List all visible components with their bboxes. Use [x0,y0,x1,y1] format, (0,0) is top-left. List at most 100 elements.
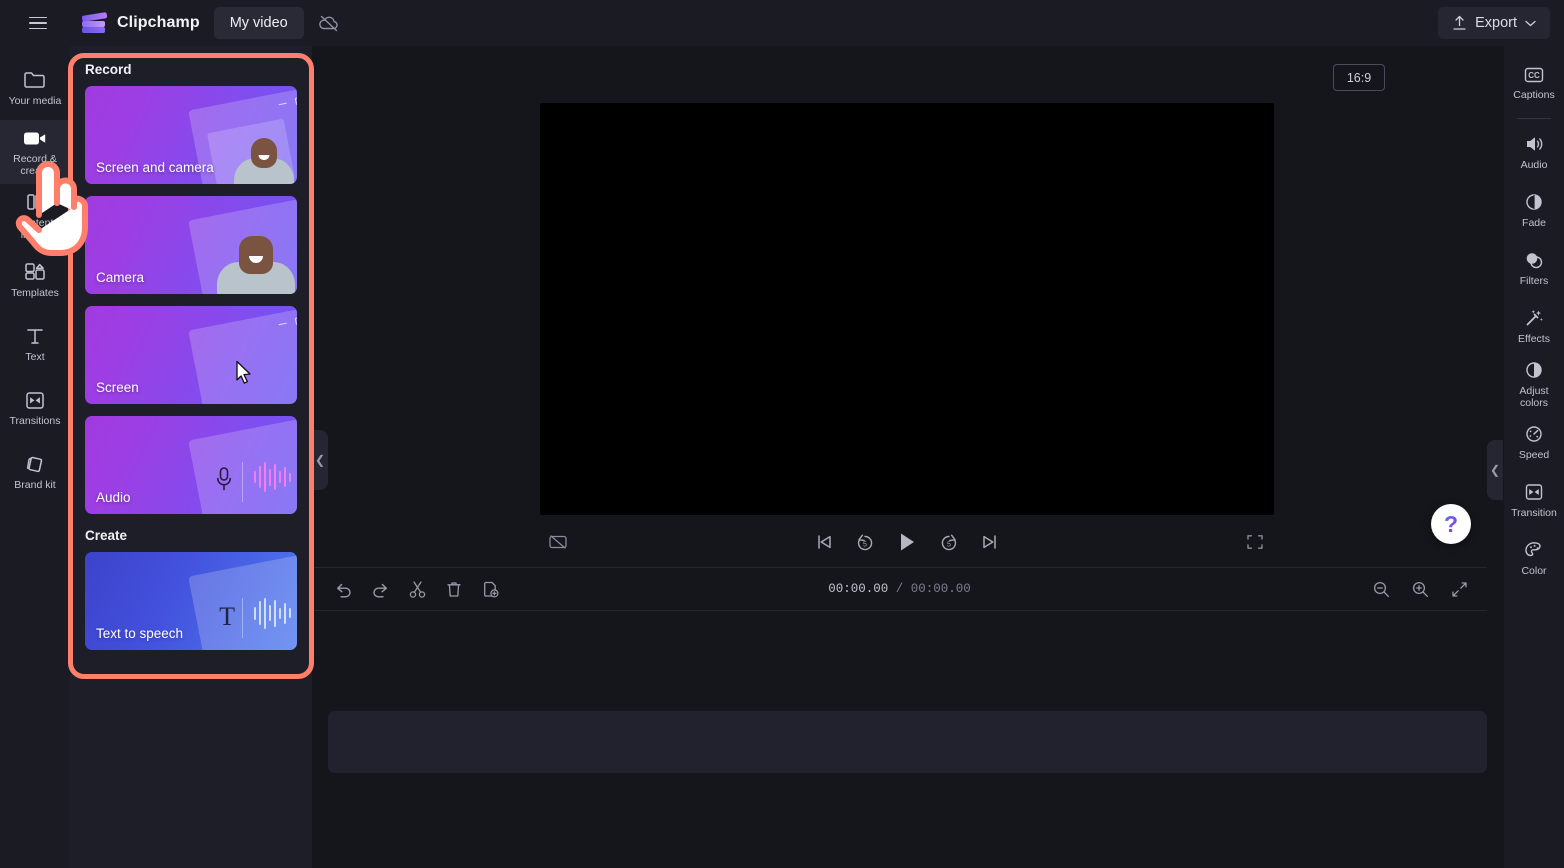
right-sidebar: CC Captions Audio Fade Filters Effects A… [1504,46,1564,868]
chevron-left-icon: ❮ [1489,463,1501,477]
svg-text:CC: CC [1528,71,1540,80]
transition-icon [1525,484,1543,500]
forward-5s-button[interactable]: 5 [939,532,959,552]
card-label: Screen and camera [96,160,214,175]
brand: Clipchamp [81,12,200,34]
right-item-label: Effects [1518,332,1550,345]
record-and-create-panel: Record Screen and camera Camera Screen A… [70,46,312,868]
zoom-in-button[interactable] [1411,580,1430,599]
right-item-label: Color [1521,564,1547,577]
person-art [217,214,295,294]
transitions-icon [26,392,44,409]
cloud-off-icon[interactable] [312,7,346,39]
text-icon [27,329,43,344]
undo-button[interactable] [334,580,353,598]
svg-text:5: 5 [863,542,867,549]
right-item-color[interactable]: Color [1504,529,1564,587]
right-item-adjust-colors[interactable]: Adjust colors [1504,355,1564,413]
pointing-hand-cursor [12,155,90,265]
captions-off-button[interactable] [548,533,568,551]
sidebar-item-transitions[interactable]: Transitions [0,376,70,440]
skip-to-start-button[interactable] [815,533,833,551]
timeline-track[interactable] [328,711,1487,773]
card-screen[interactable]: Screen [85,306,297,404]
sidebar-item-label: Brand kit [14,478,56,491]
right-item-captions[interactable]: CC Captions [1504,54,1564,112]
fade-icon [1526,194,1542,210]
right-item-label: Transition [1511,506,1557,519]
upload-icon [1452,15,1467,31]
screen-tile-art [188,307,297,404]
mic-glyph-icon [215,466,233,492]
brand-kit-icon [26,456,43,472]
current-time: 00:00.00 [828,582,889,596]
card-label: Screen [96,380,139,395]
sidebar-item-your-media[interactable]: Your media [0,56,70,120]
waveform-art [253,460,291,494]
collapse-left-panel-button[interactable]: ❮ [312,430,328,490]
clipchamp-editor: Clipchamp My video Export Your media Rec… [0,0,1564,868]
microphone-icon [253,460,291,494]
card-audio[interactable]: Audio [85,416,297,514]
chevron-left-icon: ❮ [314,453,326,467]
aspect-ratio-button[interactable]: 16:9 [1333,64,1385,91]
card-camera[interactable]: Camera [85,196,297,294]
right-item-label: Fade [1522,216,1546,229]
right-item-speed[interactable]: Speed [1504,413,1564,471]
video-camera-icon [24,132,46,145]
tts-waveform [253,596,291,630]
section-heading-create: Create [85,528,128,543]
right-item-transition[interactable]: Transition [1504,471,1564,529]
person-art [233,122,295,184]
card-label: Audio [96,490,131,505]
hamburger-icon[interactable] [16,0,60,46]
project-title-input[interactable]: My video [213,7,304,39]
rewind-5s-button[interactable]: 5 [855,532,875,552]
right-item-label: Adjust colors [1519,385,1549,409]
timecode-display: 00:00.00 / 00:00.00 [828,582,971,596]
sidebar-item-text[interactable]: Text [0,312,70,376]
section-heading-record: Record [85,62,132,77]
help-button[interactable]: ? [1431,504,1471,544]
fit-to-screen-button[interactable] [1450,580,1469,599]
right-item-audio[interactable]: Audio [1504,123,1564,181]
export-button[interactable]: Export [1438,7,1550,39]
card-screen-and-camera[interactable]: Screen and camera [85,86,297,184]
skip-to-end-button[interactable] [981,533,999,551]
sidebar-item-label: Text [25,350,45,363]
waveform-art [253,596,291,630]
split-button[interactable] [408,580,427,599]
redo-button[interactable] [371,580,390,598]
text-glyph-icon: T [219,602,235,631]
filters-icon [1526,252,1543,268]
total-time: 00:00.00 [910,582,971,596]
magic-wand-icon [1526,309,1543,326]
export-label: Export [1475,15,1517,31]
help-icon: ? [1443,510,1459,537]
palette-icon [1525,541,1541,556]
right-item-filters[interactable]: Filters [1504,239,1564,297]
right-item-label: Audio [1520,158,1548,171]
fullscreen-button[interactable] [1246,533,1264,551]
clipchamp-logo-icon [81,12,108,34]
right-item-label: Filters [1519,274,1549,287]
preview-stage: 16:9 5 5 [328,46,1487,566]
delete-button[interactable] [445,580,463,599]
right-item-label: Captions [1513,88,1555,101]
play-button[interactable] [897,531,917,553]
zoom-out-button[interactable] [1372,580,1391,599]
player-controls: 5 5 [540,521,1274,563]
brand-name: Clipchamp [117,14,200,31]
duplicate-button[interactable] [481,580,500,599]
card-text-to-speech[interactable]: T Text to speech [85,552,297,650]
timeline-area[interactable] [312,611,1487,868]
right-item-label: Speed [1518,448,1550,461]
right-item-effects[interactable]: Effects [1504,297,1564,355]
sidebar-item-brand-kit[interactable]: Brand kit [0,440,70,504]
speedometer-icon [1526,426,1542,442]
collapse-right-panel-button[interactable]: ❮ [1487,440,1503,500]
right-item-fade[interactable]: Fade [1504,181,1564,239]
folder-icon [24,72,45,88]
mouse-cursor-icon [235,360,255,386]
video-preview[interactable] [540,103,1274,515]
